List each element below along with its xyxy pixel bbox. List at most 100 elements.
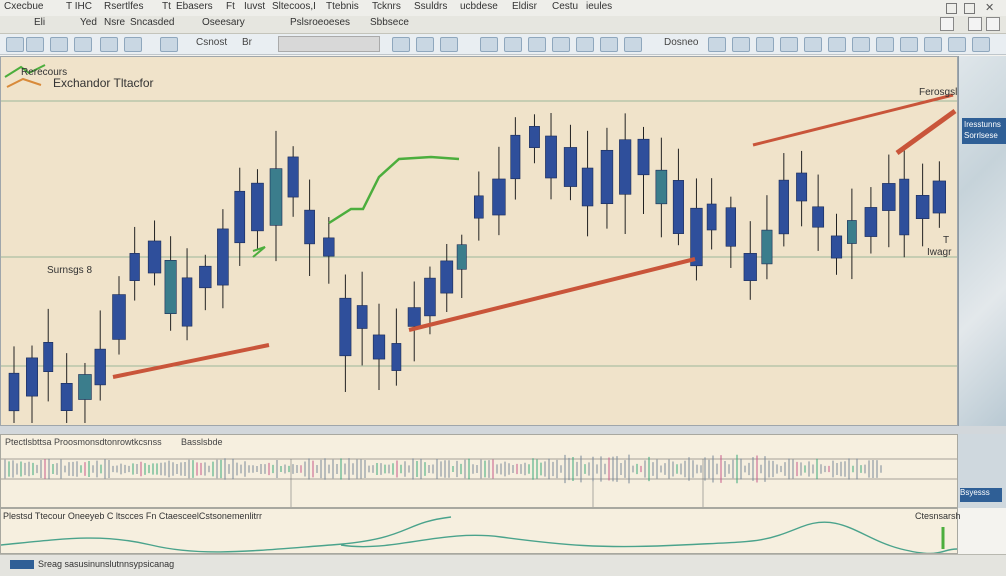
trendline-red [752,93,954,147]
toolbar-tool-icon-20[interactable] [924,37,942,52]
tab-6[interactable]: Pslsroeoeses [286,17,354,31]
toolbar-tool-icon-11[interactable] [708,37,726,52]
toolbar-tool-icon-18[interactable] [876,37,894,52]
tab-7[interactable]: Sbbsece [366,17,413,31]
tab-3[interactable]: Nsre [100,17,129,31]
candle-body [94,348,106,386]
toolbar-tool-icon-21[interactable] [948,37,966,52]
menu-item-8[interactable]: Sltecoos,I [272,1,316,12]
menu-item-12[interactable]: ucbdese [460,1,498,12]
toolbar-tool-icon-19[interactable] [900,37,918,52]
menu-item-3[interactable]: Rsertlfes [104,1,143,12]
volume-canvas[interactable] [1,435,957,507]
menu-bar: Cxecbue T IHC Rsertlfes Tt Ebasers Ft Iu… [0,0,1006,17]
candle-body [60,382,73,412]
candle-body [778,179,789,235]
candle-body [8,372,20,412]
toolbar-save-icon[interactable] [50,37,68,52]
price-chart-canvas[interactable]: Rerecours Exchandor Tltacfor Surnsgs 8 F… [1,57,957,425]
menu-item-6[interactable]: Ft [226,1,235,12]
tab-4[interactable]: Sncasded [126,17,178,31]
minimize-icon[interactable] [946,3,957,14]
toolbar-tool-icon-16[interactable] [828,37,846,52]
toolbar-tool-icon-2[interactable] [416,37,434,52]
menu-item-15[interactable]: ieules [586,1,612,12]
toolbar-open-icon[interactable] [26,37,44,52]
tab-5[interactable]: Oseesary [198,17,249,31]
toolbar-tool-icon-22[interactable] [972,37,990,52]
tab-close-icon[interactable] [986,17,1000,31]
right-label-1: T [943,235,949,246]
volume-panel[interactable]: Ptectlsbttsa Proosmonsdtonrowtkcsnss Bas… [0,434,958,508]
candle-body [932,180,947,214]
volume-badge[interactable]: Bsyesss [960,488,1002,502]
support-label: Surnsgs 8 [47,265,92,276]
menu-item-7[interactable]: Iuvst [244,1,265,12]
toolbar-tool-icon-5[interactable] [504,37,522,52]
close-icon[interactable]: ✕ [985,1,994,14]
toolbar-label-b: Br [242,37,252,48]
tab-1[interactable]: Eli [30,17,49,31]
toolbar-tool-icon-7[interactable] [552,37,570,52]
side-panel-card-line-1: Iresstunns [964,120,1001,129]
menu-item-11[interactable]: Ssuldrs [414,1,447,12]
candle-body [899,178,910,236]
price-chart[interactable]: Rerecours Exchandor Tltacfor Surnsgs 8 F… [0,56,958,426]
panel-divider[interactable] [0,426,1006,434]
candle-body [563,147,578,187]
toolbar-zoom-icon[interactable] [160,37,178,52]
candle-body [440,260,454,294]
candle-body [796,172,808,202]
side-panel-card-line-2: Sorrlsese [964,131,998,140]
oscillator-panel[interactable]: Plestsd Ttecour Oneeyeb C ltscces Fn Cta… [0,508,961,554]
toolbar-tool-icon-6[interactable] [528,37,546,52]
candle-body [164,260,177,314]
toolbar-tool-icon-1[interactable] [392,37,410,52]
menu-item-1[interactable]: Cxecbue [4,1,43,12]
status-text: Sreag sasusinunslutnnsypsicanag [38,559,175,569]
toolbar-tool-icon-14[interactable] [780,37,798,52]
toolbar-line-icon[interactable] [124,37,142,52]
toolbar-tool-icon-4[interactable] [480,37,498,52]
candle-body [812,206,825,228]
volume-side-panel: Bsyesss [958,434,1006,508]
toolbar-tool-icon-8[interactable] [576,37,594,52]
candle-body [217,228,229,286]
menu-item-2[interactable]: T IHC [66,1,92,12]
side-panel-card[interactable]: Iresstunns Sorrlsese [962,118,1006,144]
tab-add-icon[interactable] [968,17,982,31]
tab-menu-icon[interactable] [940,17,954,31]
candle-body [424,277,436,317]
toolbar-tool-icon-10[interactable] [624,37,642,52]
menu-item-5[interactable]: Ebasers [176,1,213,12]
toolbar-tool-icon-15[interactable] [804,37,822,52]
candle-body [600,149,614,205]
menu-item-9[interactable]: Ttebnis [326,1,359,12]
toolbar: Csnost Br Dosneo [0,34,1006,55]
toolbar-print-icon[interactable] [74,37,92,52]
toolbar-symbol-input[interactable] [278,36,380,52]
trendline-red [112,343,270,379]
tab-bar: Eli Yed Nsre Sncasded Oseesary Pslsroeoe… [0,16,1006,34]
toolbar-tool-icon-3[interactable] [440,37,458,52]
oscillator-canvas[interactable] [1,509,957,553]
maximize-icon[interactable] [964,3,975,14]
candle-body [510,134,521,180]
toolbar-tool-icon-9[interactable] [600,37,618,52]
candle-body [356,305,368,329]
candle-body [391,343,402,371]
toolbar-tool-icon-13[interactable] [756,37,774,52]
menu-item-10[interactable]: Tcknrs [372,1,401,12]
menu-item-4[interactable]: Tt [162,1,171,12]
toolbar-tool-icon-12[interactable] [732,37,750,52]
menu-item-14[interactable]: Cestu [552,1,578,12]
candle-body [26,357,38,397]
menu-item-13[interactable]: Eldisr [512,1,537,12]
toolbar-chart-icon[interactable] [100,37,118,52]
tab-2[interactable]: Yed [76,17,101,31]
right-label-2: Iwagr [927,247,952,258]
toolbar-new-icon[interactable] [6,37,24,52]
candle-body [287,156,299,198]
side-panel[interactable]: Iresstunns Sorrlsese [958,56,1006,426]
toolbar-tool-icon-17[interactable] [852,37,870,52]
